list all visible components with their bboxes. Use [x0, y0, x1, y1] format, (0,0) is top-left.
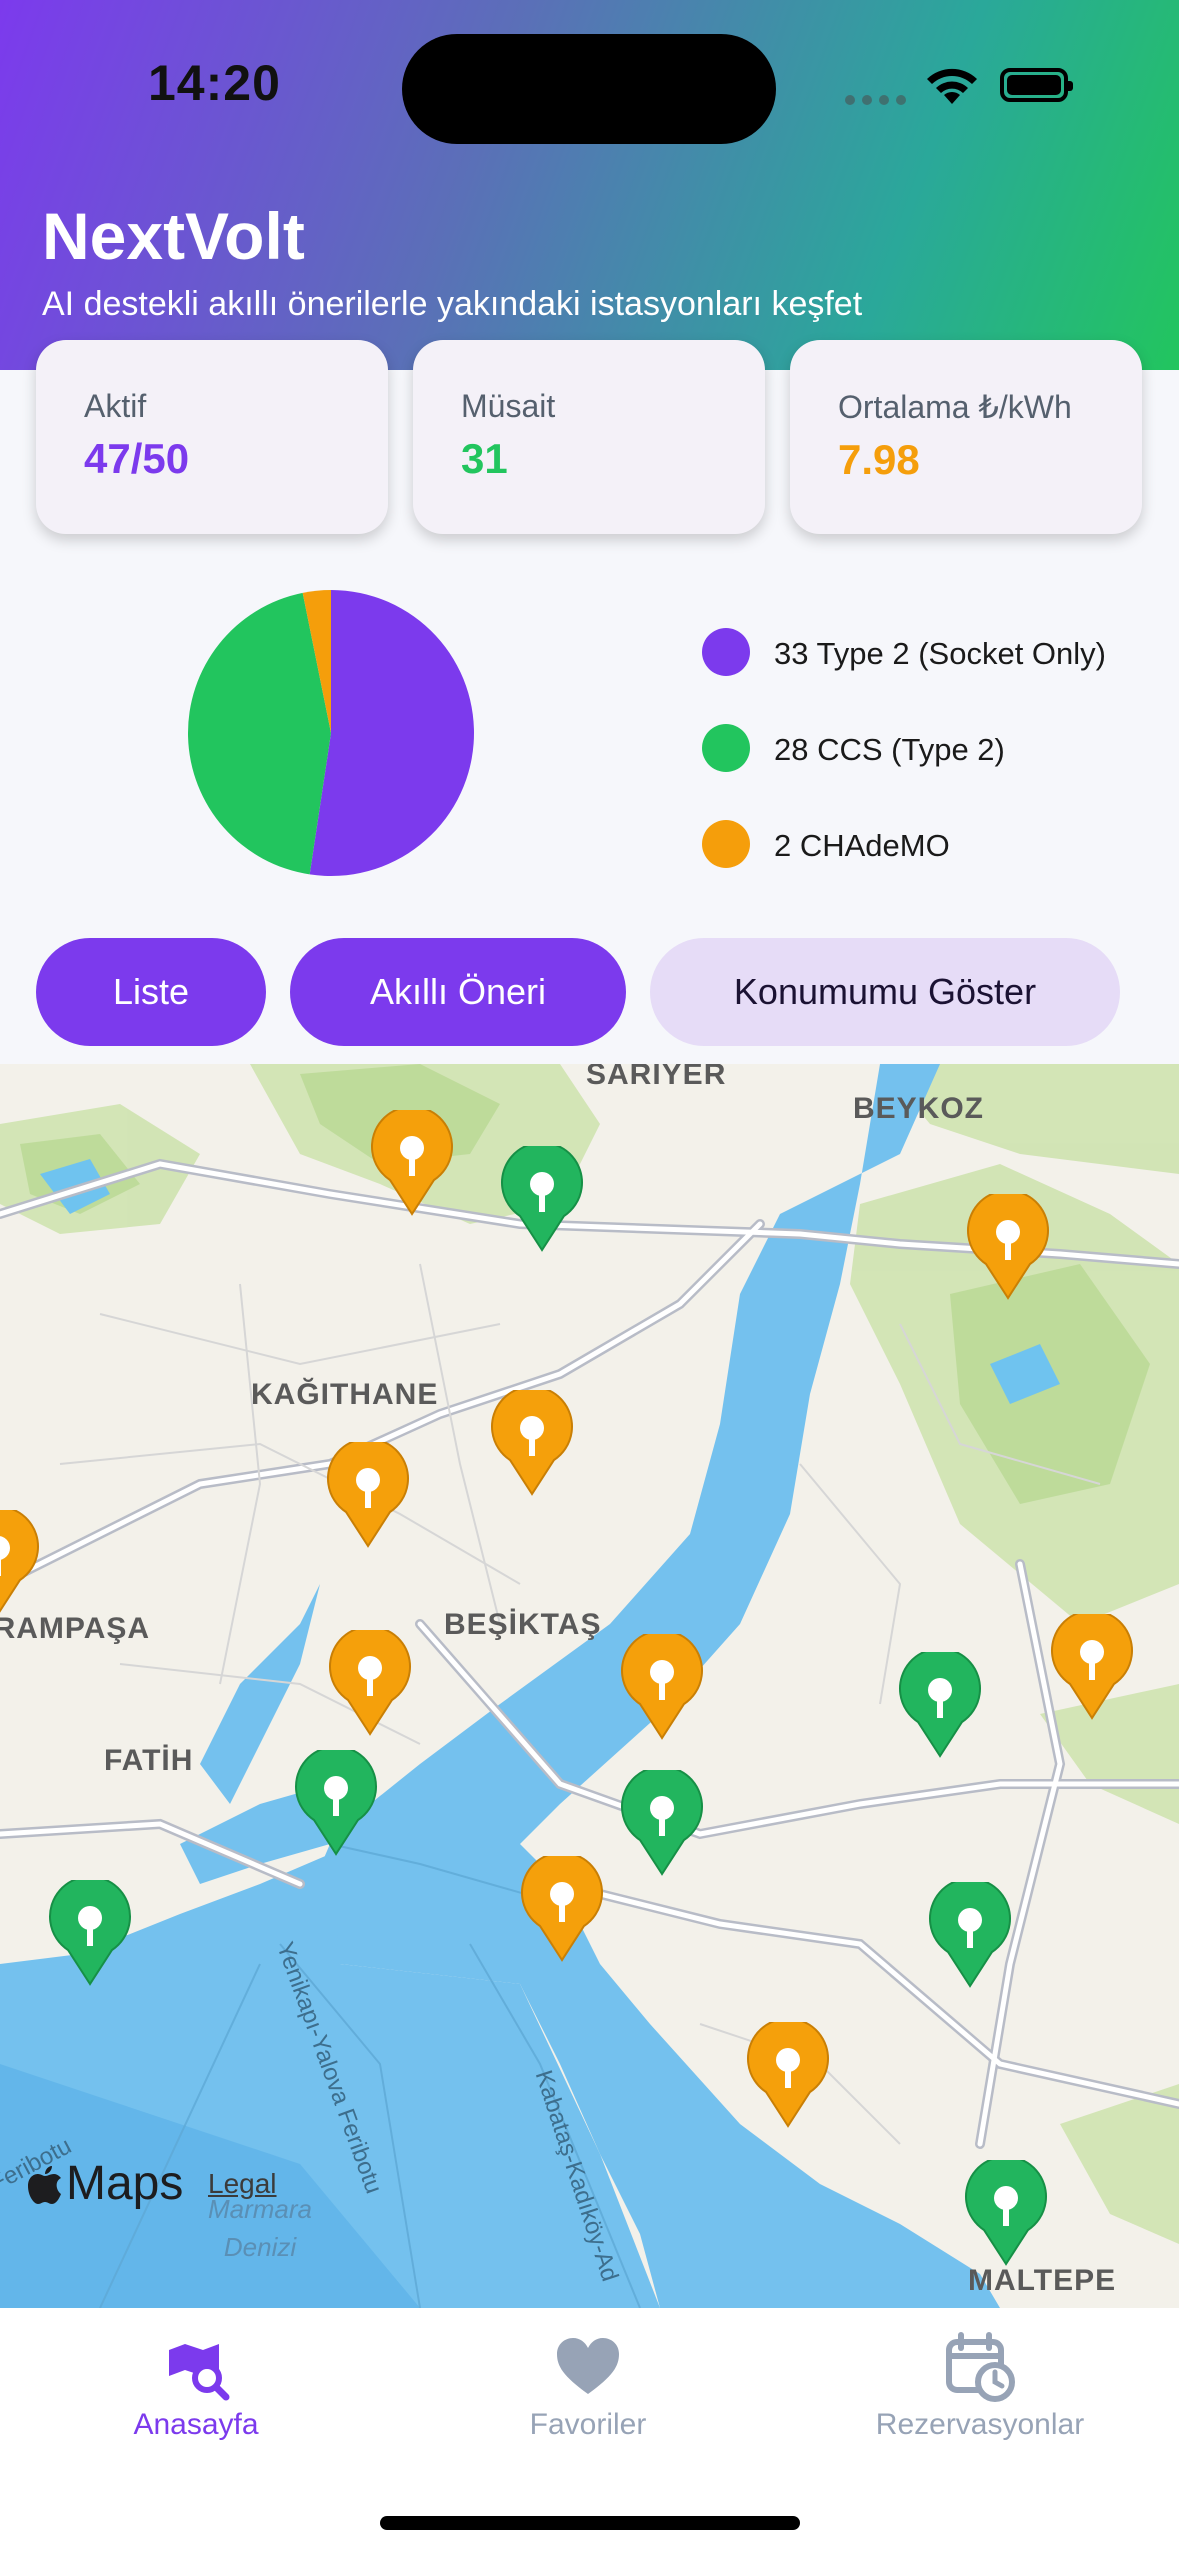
station-pin-orange[interactable]	[0, 1510, 40, 1616]
legend-label: 2 CHAdeMO	[774, 828, 950, 863]
header-banner: 14:20 NextVolt AI destekli akıllı öneril…	[0, 0, 1179, 370]
legend-swatch	[702, 820, 750, 868]
status-time: 14:20	[148, 55, 281, 111]
wifi-icon	[927, 68, 977, 104]
tab-reservations[interactable]: Rezervasyonlar	[830, 2332, 1130, 2442]
map-label-bayrampasa: BAYRAMPAŞA	[0, 1612, 151, 1645]
station-pin-green[interactable]	[898, 1652, 982, 1758]
cellular-signal-icon	[845, 95, 906, 105]
stat-value: 7.98	[838, 436, 920, 483]
tab-home[interactable]: Anasayfa	[46, 2332, 346, 2442]
smart-suggestion-button[interactable]: Akıllı Öneri	[290, 938, 626, 1046]
pie-slice-1	[188, 592, 331, 875]
station-pin-green[interactable]	[620, 1770, 704, 1876]
app-title: NextVolt	[42, 199, 305, 273]
stat-value: 47/50	[84, 435, 190, 482]
stat-label: Ortalama ₺/kWh	[838, 389, 1072, 425]
station-map[interactable]: SARIYER BEYKOZ KAĞITHANE BAYRAMPAŞA BEŞİ…	[0, 1064, 1179, 2308]
app-subtitle: AI destekli akıllı önerilerle yakındaki …	[42, 285, 863, 323]
map-label-maltepe: MALTEPE	[968, 2264, 1117, 2297]
home-indicator	[380, 2516, 800, 2530]
legend-label: 28 CCS (Type 2)	[774, 732, 1005, 767]
station-pin-orange[interactable]	[326, 1442, 410, 1548]
list-button[interactable]: Liste	[36, 938, 266, 1046]
map-label-sariyer: SARIYER	[586, 1064, 727, 1091]
show-my-location-button[interactable]: Konumumu Göster	[650, 938, 1120, 1046]
legend-swatch	[702, 724, 750, 772]
map-search-icon	[169, 2344, 230, 2401]
station-pin-orange[interactable]	[966, 1194, 1050, 1300]
map-label-kagithane: KAĞITHANE	[251, 1378, 439, 1411]
legal-link[interactable]: Legal	[208, 2168, 277, 2200]
station-pin-orange[interactable]	[746, 2022, 830, 2128]
legend-swatch	[702, 628, 750, 676]
tab-favorites[interactable]: Favoriler	[438, 2332, 738, 2442]
tab-label: Anasayfa	[133, 2408, 259, 2441]
station-pin-green[interactable]	[48, 1880, 132, 1986]
legend-label: 33 Type 2 (Socket Only)	[774, 636, 1106, 671]
station-pin-green[interactable]	[294, 1750, 378, 1856]
map-label-fatih: FATİH	[104, 1744, 194, 1777]
stat-card-active: Aktif 47/50	[36, 340, 388, 534]
tab-label: Rezervasyonlar	[875, 2408, 1085, 2441]
maps-wordmark: Maps	[66, 2157, 184, 2210]
station-pin-green[interactable]	[500, 1146, 584, 1252]
map-label-beykoz: BEYKOZ	[853, 1092, 985, 1125]
stat-card-average-price: Ortalama ₺/kWh 7.98	[790, 340, 1142, 534]
stat-label: Müsait	[461, 388, 556, 424]
stat-card-available: Müsait 31	[413, 340, 765, 534]
station-pin-orange[interactable]	[1050, 1614, 1134, 1720]
station-pin-orange[interactable]	[328, 1630, 412, 1736]
station-pin-orange[interactable]	[620, 1634, 704, 1740]
tab-bar: Anasayfa Favoriler Rezervasyonlar	[0, 2308, 1179, 2556]
battery-icon	[1000, 68, 1073, 102]
heart-icon	[557, 2338, 619, 2394]
map-label-sea: Marmara Denizi	[207, 2194, 312, 2262]
stat-label: Aktif	[84, 388, 147, 424]
connector-pie-chart	[188, 590, 475, 876]
station-pin-orange[interactable]	[370, 1110, 454, 1216]
station-pin-green[interactable]	[928, 1882, 1012, 1988]
map-label-besiktas: BEŞİKTAŞ	[444, 1608, 602, 1641]
stat-value: 31	[461, 435, 508, 482]
station-pin-green[interactable]	[964, 2160, 1048, 2266]
calendar-clock-icon	[946, 2332, 1015, 2402]
apple-maps-attribution[interactable]: Maps	[28, 2156, 183, 2211]
dynamic-island	[402, 34, 776, 144]
station-pin-orange[interactable]	[490, 1390, 574, 1496]
tab-label: Favoriler	[529, 2408, 647, 2441]
apple-logo-icon	[28, 2165, 61, 2204]
station-pin-orange[interactable]	[520, 1856, 604, 1962]
pie-slice-0	[309, 590, 475, 876]
